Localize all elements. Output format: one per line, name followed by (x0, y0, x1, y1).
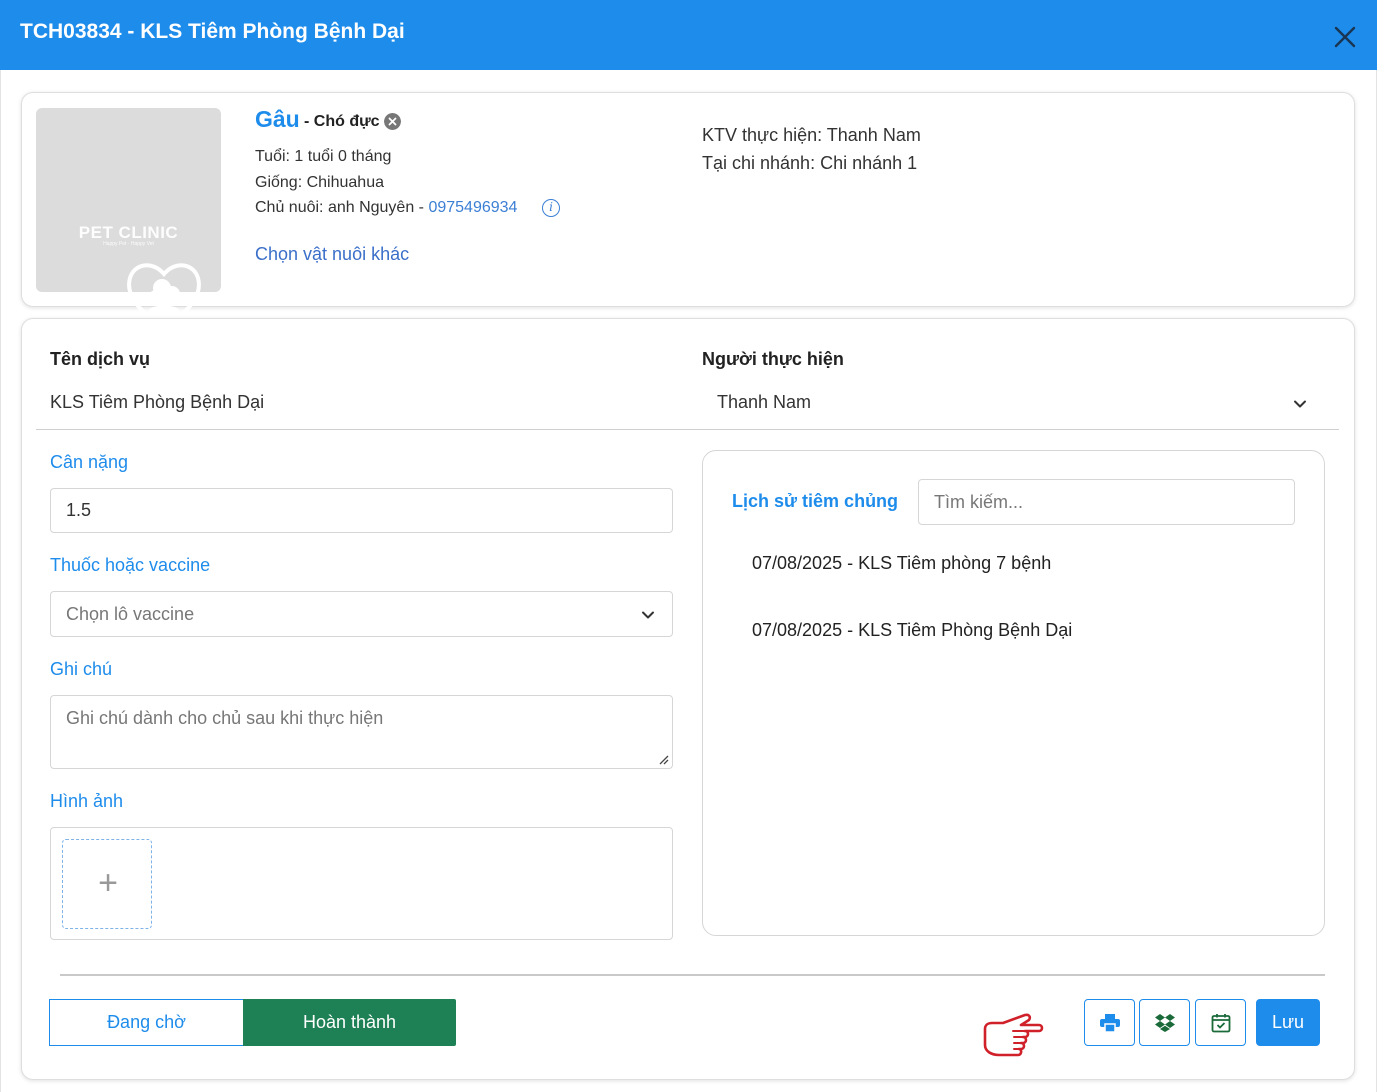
vaccine-label: Thuốc hoặc vaccine (50, 555, 211, 575)
weight-input[interactable]: 1.5 (50, 488, 673, 533)
hand-pointer-icon (983, 1013, 1044, 1057)
history-item[interactable]: 07/08/2025 - KLS Tiêm phòng 7 bệnh (752, 553, 1051, 574)
history-search-input[interactable]: Tìm kiếm... (918, 479, 1295, 525)
dialog-header: TCH03834 - KLS Tiêm Phòng Bệnh Dại (0, 0, 1377, 70)
performer-value: Thanh Nam (717, 392, 812, 412)
branch-info: Tại chi nhánh: Chi nhánh 1 (702, 153, 918, 173)
note-placeholder: Ghi chú dành cho chủ sau khi thực hiện (66, 708, 384, 728)
calendar-check-icon (1211, 1013, 1230, 1032)
resize-handle-icon[interactable] (659, 755, 669, 765)
chevron-down-icon (642, 611, 654, 619)
choose-other-pet-link[interactable]: Chọn vật nuôi khác (255, 244, 409, 265)
note-label: Ghi chú (50, 659, 113, 679)
pet-name: Gâu (255, 106, 300, 132)
dropbox-button[interactable] (1139, 999, 1190, 1046)
owner-phone-link[interactable]: 0975496934 (428, 199, 517, 216)
performer-label: Người thực hiện (702, 349, 844, 369)
pet-avatar: PET CLINIC Happy Pet · Happy Vet (36, 108, 221, 331)
pet-clinic-logo-text: PET CLINIC (78, 223, 179, 242)
plus-icon: + (98, 864, 118, 902)
pet-owner: Chủ nuôi: anh Nguyên - 0975496934 (255, 199, 517, 217)
service-name-label: Tên dịch vụ (50, 349, 151, 369)
printer-icon (1099, 1013, 1120, 1032)
ktv-performer: KTV thực hiện: Thanh Nam (702, 125, 921, 145)
weight-value: 1.5 (66, 500, 92, 520)
pet-age: Tuổi: 1 tuổi 0 tháng (255, 148, 392, 165)
add-image-button[interactable]: + (62, 839, 152, 929)
vaccine-placeholder: Chọn lô vaccine (66, 603, 195, 624)
service-name-value: KLS Tiêm Phòng Bệnh Dại (50, 392, 265, 412)
vaccine-select[interactable]: Chọn lô vaccine (50, 591, 673, 637)
save-button[interactable]: Lưu (1256, 999, 1320, 1046)
pet-info-card (21, 92, 1355, 307)
vaccination-history-title: Lịch sử tiêm chủng (732, 491, 899, 511)
weight-label: Cân nặng (50, 452, 129, 472)
dropbox-icon (1154, 1013, 1175, 1032)
remove-pet-icon[interactable] (384, 113, 401, 130)
pet-owner-label: Chủ nuôi: anh Nguyên - (255, 199, 429, 216)
status-completed-button[interactable]: Hoàn thành (243, 999, 456, 1046)
pet-breed: Giống: Chihuahua (255, 174, 384, 191)
dialog-title: TCH03834 - KLS Tiêm Phòng Bệnh Dại (20, 20, 405, 43)
info-icon[interactable]: i (542, 199, 560, 217)
status-pending-button[interactable]: Đang chờ (49, 999, 244, 1046)
footer-divider (60, 974, 1325, 976)
schedule-button[interactable] (1195, 999, 1246, 1046)
history-item[interactable]: 07/08/2025 - KLS Tiêm Phòng Bệnh Dại (752, 620, 1072, 641)
performer-select[interactable]: Thanh Nam (702, 384, 1322, 424)
images-label: Hình ảnh (50, 791, 124, 811)
close-icon[interactable] (1330, 22, 1360, 52)
service-divider (36, 429, 1339, 430)
pet-clinic-logo-subtitle: Happy Pet · Happy Vet (103, 241, 154, 247)
chevron-down-icon (1294, 400, 1306, 408)
print-button[interactable] (1084, 999, 1135, 1046)
note-textarea[interactable]: Ghi chú dành cho chủ sau khi thực hiện (50, 695, 673, 769)
history-search-placeholder: Tìm kiếm... (934, 491, 1023, 512)
pet-type: - Chó đực (304, 113, 380, 130)
